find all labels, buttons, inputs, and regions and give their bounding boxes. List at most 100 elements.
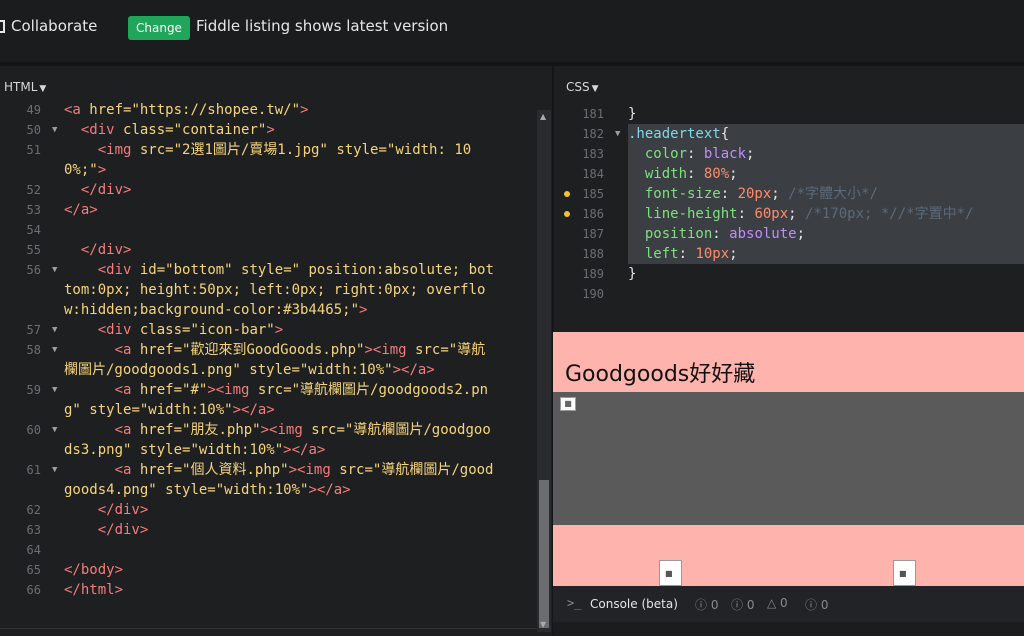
fold-arrow-icon[interactable]: ▼ — [52, 460, 62, 480]
code-line[interactable] — [64, 220, 534, 240]
listing-status-text: Fiddle listing shows latest version — [196, 17, 449, 35]
code-line[interactable]: <a href="https://shopee.tw/"> — [64, 100, 534, 120]
collaborate-toggle[interactable]: Collaborate — [0, 17, 97, 35]
fold-arrow-icon[interactable]: ▼ — [52, 420, 62, 440]
code-line[interactable]: } — [628, 104, 1024, 124]
css-code-area[interactable]: } .headertext{ color: black; width: 80%; … — [628, 104, 1024, 304]
code-token: <div — [97, 262, 140, 278]
change-button[interactable]: Change — [128, 16, 190, 40]
code-line[interactable]: </div> — [64, 240, 534, 260]
result-preview[interactable]: Goodgoods好好藏 ■ ■ ■ — [553, 332, 1024, 586]
code-line[interactable]: goods4.png" style="width:10%"></a> — [64, 480, 534, 500]
code-token: w:hidden;background-color:#3b4465;" — [64, 302, 360, 318]
preview-container-image[interactable]: ■ — [553, 392, 1024, 525]
dropdown-caret-icon[interactable]: ▼ — [592, 84, 599, 94]
code-line[interactable]: left: 10px; — [628, 244, 1024, 264]
nav-image-1[interactable]: ■ — [659, 560, 682, 586]
checkbox-icon[interactable] — [0, 19, 5, 33]
code-token: style= — [139, 442, 191, 458]
code-token: 0%;" — [64, 162, 98, 178]
code-line[interactable]: </div> — [64, 180, 534, 200]
code-line[interactable]: line-height: 60px; /*170px; *//*字置中*/ — [628, 204, 1024, 224]
code-line[interactable]: w:hidden;background-color:#3b4465;"> — [64, 300, 534, 320]
code-token: color — [644, 146, 688, 162]
warning-dot-icon[interactable] — [564, 211, 570, 217]
code-line[interactable]: width: 80%; — [628, 164, 1024, 184]
console-bottom-edge — [553, 622, 1024, 636]
scroll-down-arrow-icon[interactable]: ▼ — [540, 620, 546, 629]
code-line[interactable]: </div> — [64, 520, 534, 540]
scroll-up-arrow-icon[interactable]: ▲ — [540, 112, 546, 121]
code-line[interactable]: <div id="bottom" style=" position:absolu… — [64, 260, 534, 280]
code-line[interactable]: 0%;"> — [64, 160, 534, 180]
warning-count-value: 0 — [780, 596, 788, 610]
code-line[interactable]: <a href="歡迎來到GoodGoods.php"><img src="導航 — [64, 340, 534, 360]
code-line[interactable]: } — [628, 264, 1024, 284]
code-token: { — [720, 126, 730, 142]
code-token: <a — [64, 102, 90, 118]
line-number: 61 — [26, 463, 41, 477]
fold-arrow-icon[interactable]: ▼ — [52, 120, 62, 140]
code-token: > — [97, 162, 107, 178]
code-line[interactable]: color: black; — [628, 144, 1024, 164]
code-line[interactable]: tom:0px; height:50px; left:0px; right:0p… — [64, 280, 534, 300]
fold-arrow-icon[interactable]: ▼ — [52, 340, 62, 360]
html-scrollbar-thumb[interactable] — [539, 480, 549, 628]
css-panel-label[interactable]: CSS ▼ — [566, 80, 599, 94]
code-token: ><img — [364, 342, 416, 358]
html-panel-label[interactable]: HTML ▼ — [4, 80, 46, 94]
code-line[interactable]: position: absolute; — [628, 224, 1024, 244]
fold-arrow-icon[interactable]: ▼ — [615, 124, 625, 144]
html-code-area[interactable]: <a href="https://shopee.tw/"> <div class… — [64, 100, 534, 600]
code-token: left — [644, 246, 679, 262]
code-line[interactable]: <a href="#"><img src="導航欄圖片/goodgoods2.p… — [64, 380, 534, 400]
code-token: style= — [89, 402, 140, 418]
console-bar[interactable]: >_ Console (beta) ⓘ 0 ⓘ 0 △ 0 ⓘ 0 — [553, 586, 1024, 622]
console-label[interactable]: Console (beta) — [590, 597, 678, 611]
code-line[interactable]: <a href="朋友.php"><img src="導航欄圖片/goodgoo — [64, 420, 534, 440]
code-line[interactable]: .headertext{ — [628, 124, 1024, 144]
line-number: 52 — [26, 183, 41, 197]
code-line[interactable] — [64, 540, 534, 560]
code-line[interactable]: </body> — [64, 560, 534, 580]
code-token: <a — [114, 462, 140, 478]
code-line[interactable]: </div> — [64, 500, 534, 520]
warning-dot-icon[interactable] — [564, 191, 570, 197]
code-token: </body> — [64, 562, 124, 578]
code-token: : — [687, 146, 704, 162]
nav-image-2[interactable]: ■ — [893, 560, 916, 586]
fold-arrow-icon[interactable]: ▼ — [52, 380, 62, 400]
code-line[interactable]: <img src="2選1圖片/賣場1.jpg" style="width: 1… — [64, 140, 534, 160]
code-line[interactable]: </html> — [64, 580, 534, 600]
code-line[interactable] — [628, 284, 1024, 304]
line-number: 188 — [582, 247, 604, 261]
code-line[interactable]: <div class="container"> — [64, 120, 534, 140]
code-token: : — [687, 166, 704, 182]
log-count-value: 0 — [746, 598, 755, 612]
code-token: <a — [114, 422, 140, 438]
code-line[interactable]: <a href="個人資料.php"><img src="導航欄圖片/good — [64, 460, 534, 480]
code-line[interactable]: 欄圖片/goodgoods1.png" style="width:10%"></… — [64, 360, 534, 380]
line-number: 57 — [26, 323, 41, 337]
code-line[interactable]: g" style="width:10%"></a> — [64, 400, 534, 420]
code-token: ></a> — [392, 362, 435, 378]
fold-arrow-icon[interactable]: ▼ — [52, 320, 62, 340]
code-token: "#" — [182, 382, 208, 398]
code-line[interactable]: <div class="icon-bar"> — [64, 320, 534, 340]
fold-arrow-icon[interactable]: ▼ — [52, 260, 62, 280]
code-token: : — [712, 226, 730, 242]
code-line[interactable]: </a> — [64, 200, 534, 220]
code-line[interactable]: font-size: 20px; /*字體大小*/ — [628, 184, 1024, 204]
css-label-text: CSS — [566, 80, 590, 94]
dropdown-caret-icon[interactable]: ▼ — [39, 84, 46, 94]
code-token: 欄圖片/goodgoods1.png" — [64, 362, 241, 378]
code-line[interactable]: ds3.png" style="width:10%"></a> — [64, 440, 534, 460]
code-token: .headertext — [628, 126, 721, 142]
line-number: 50 — [26, 123, 41, 137]
